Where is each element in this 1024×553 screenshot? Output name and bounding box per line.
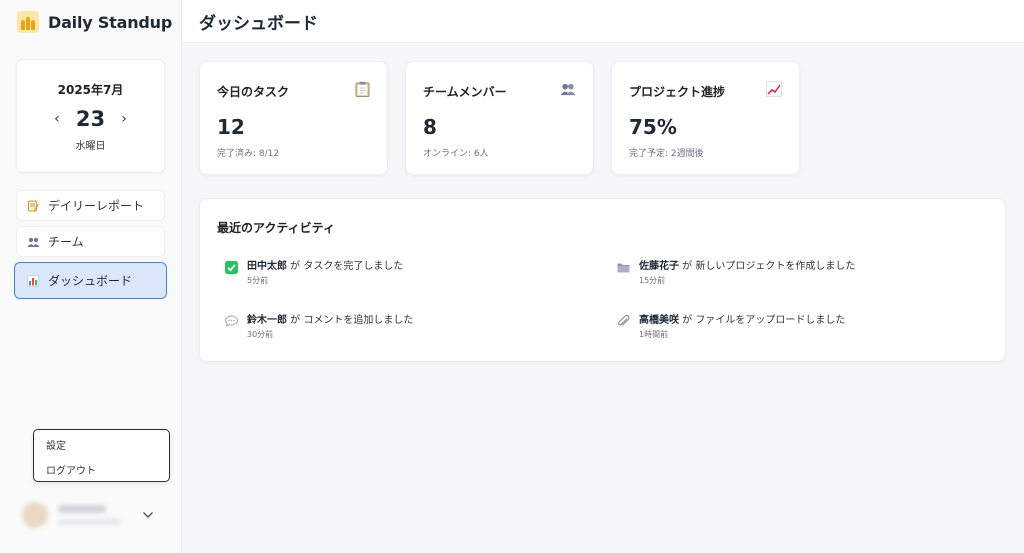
user-menu-popup: 設定 ログアウト (33, 429, 170, 482)
activity-text: 高橋美咲 が ファイルをアップロードしました (639, 311, 845, 326)
sidebar: Daily Standup 2025年7月 ‹ 23 › 水曜日 デイリーレポー… (0, 0, 182, 553)
user-profile[interactable] (22, 499, 162, 531)
comment-icon (224, 314, 238, 328)
clipboard-icon (354, 81, 370, 97)
activity-time: 15分前 (639, 276, 666, 285)
stat-value: 12 (217, 115, 245, 139)
activity-user: 佐藤花子 (639, 261, 679, 272)
chevron-down-icon[interactable] (142, 508, 154, 522)
stat-value: 8 (423, 115, 437, 139)
activity-item: 高橋美咲 が ファイルをアップロードしました 1時間前 (616, 311, 976, 340)
activity-action: が コメントを追加しました (287, 315, 414, 326)
activity-body: 高橋美咲 が ファイルをアップロードしました 1時間前 (639, 311, 845, 340)
brand-name: Daily Standup (48, 12, 173, 32)
stat-card-progress: プロジェクト進捗 75% 完了予定: 2週間後 (611, 61, 800, 175)
user-email-blurred (58, 519, 120, 525)
date-row: ‹ 23 › (17, 107, 164, 131)
avatar (22, 502, 48, 528)
bar-chart-icon (26, 274, 40, 288)
brand[interactable]: Daily Standup (17, 11, 172, 33)
activity-user: 鈴木一郎 (247, 315, 287, 326)
sidebar-item-label: ダッシュボード (48, 274, 133, 288)
sidebar-item-dashboard[interactable]: ダッシュボード (14, 262, 167, 299)
activity-text: 佐藤花子 が 新しいプロジェクトを作成しました (639, 257, 855, 272)
activity-body: 佐藤花子 が 新しいプロジェクトを作成しました 15分前 (639, 257, 855, 286)
activity-action: が 新しいプロジェクトを作成しました (679, 261, 856, 272)
activity-time: 30分前 (247, 330, 274, 339)
stat-title: チームメンバー (423, 85, 507, 99)
stat-subtext: オンライン: 6人 (423, 149, 489, 159)
stat-value: 75% (629, 115, 677, 139)
people-icon (26, 235, 40, 249)
date-day: 23 (75, 107, 106, 131)
memo-icon (26, 199, 40, 213)
activity-user: 高橋美咲 (639, 315, 679, 326)
sidebar-item-team[interactable]: チーム (16, 226, 165, 257)
stat-card-tasks: 今日のタスク 12 完了済み: 8/12 (199, 61, 388, 175)
recent-activity-card: 最近のアクティビティ 田中太郎 が タスクを完了しました 5分前 佐藤花子 が … (199, 198, 1006, 362)
activity-text: 鈴木一郎 が コメントを追加しました (247, 311, 413, 326)
page-title: ダッシュボード (199, 13, 318, 34)
app: Daily Standup 2025年7月 ‹ 23 › 水曜日 デイリーレポー… (0, 0, 1024, 553)
header: ダッシュボード (182, 0, 1024, 43)
paperclip-icon (616, 314, 630, 328)
activity-user: 田中太郎 (247, 261, 287, 272)
activity-body: 鈴木一郎 が コメントを追加しました 30分前 (247, 311, 413, 340)
people-icon (560, 81, 576, 97)
sidebar-nav: デイリーレポート チーム ダッシュボード (14, 190, 167, 304)
activity-item: 田中太郎 が タスクを完了しました 5分前 (224, 257, 584, 286)
sidebar-item-daily-report[interactable]: デイリーレポート (16, 190, 165, 221)
folder-icon (616, 260, 630, 274)
activity-action: が ファイルをアップロードしました (679, 315, 846, 326)
logout-menu-item[interactable]: ログアウト (34, 455, 169, 480)
stat-title: 今日のタスク (217, 85, 290, 99)
check-icon (224, 260, 238, 274)
date-month: 2025年7月 (57, 83, 124, 97)
main-content: ダッシュボード 今日のタスク 12 完了済み: 8/12 チームメンバー 8 オ… (182, 0, 1024, 553)
stat-title: プロジェクト進捗 (629, 85, 726, 99)
next-day-button[interactable]: › (119, 111, 129, 127)
sidebar-item-label: チーム (48, 235, 84, 249)
activity-text: 田中太郎 が タスクを完了しました (247, 257, 403, 272)
stat-subtext: 完了予定: 2週間後 (629, 149, 704, 159)
activity-body: 田中太郎 が タスクを完了しました 5分前 (247, 257, 403, 286)
sidebar-item-label: デイリーレポート (48, 199, 145, 213)
user-info (58, 505, 122, 525)
stat-subtext: 完了済み: 8/12 (217, 149, 280, 159)
chart-up-icon (766, 81, 782, 97)
stat-card-members: チームメンバー 8 オンライン: 6人 (405, 61, 594, 175)
team-logo-icon (17, 11, 39, 33)
activity-item: 鈴木一郎 が コメントを追加しました 30分前 (224, 311, 584, 340)
activity-item: 佐藤花子 が 新しいプロジェクトを作成しました 15分前 (616, 257, 976, 286)
activity-time: 1時間前 (639, 330, 669, 339)
activity-time: 5分前 (247, 276, 269, 285)
user-name-blurred (58, 505, 106, 513)
activity-title: 最近のアクティビティ (217, 221, 335, 235)
date-card: 2025年7月 ‹ 23 › 水曜日 (16, 59, 165, 173)
settings-menu-item[interactable]: 設定 (34, 430, 169, 455)
date-weekday: 水曜日 (75, 141, 106, 152)
prev-day-button[interactable]: ‹ (52, 111, 62, 127)
activity-action: が タスクを完了しました (287, 261, 404, 272)
